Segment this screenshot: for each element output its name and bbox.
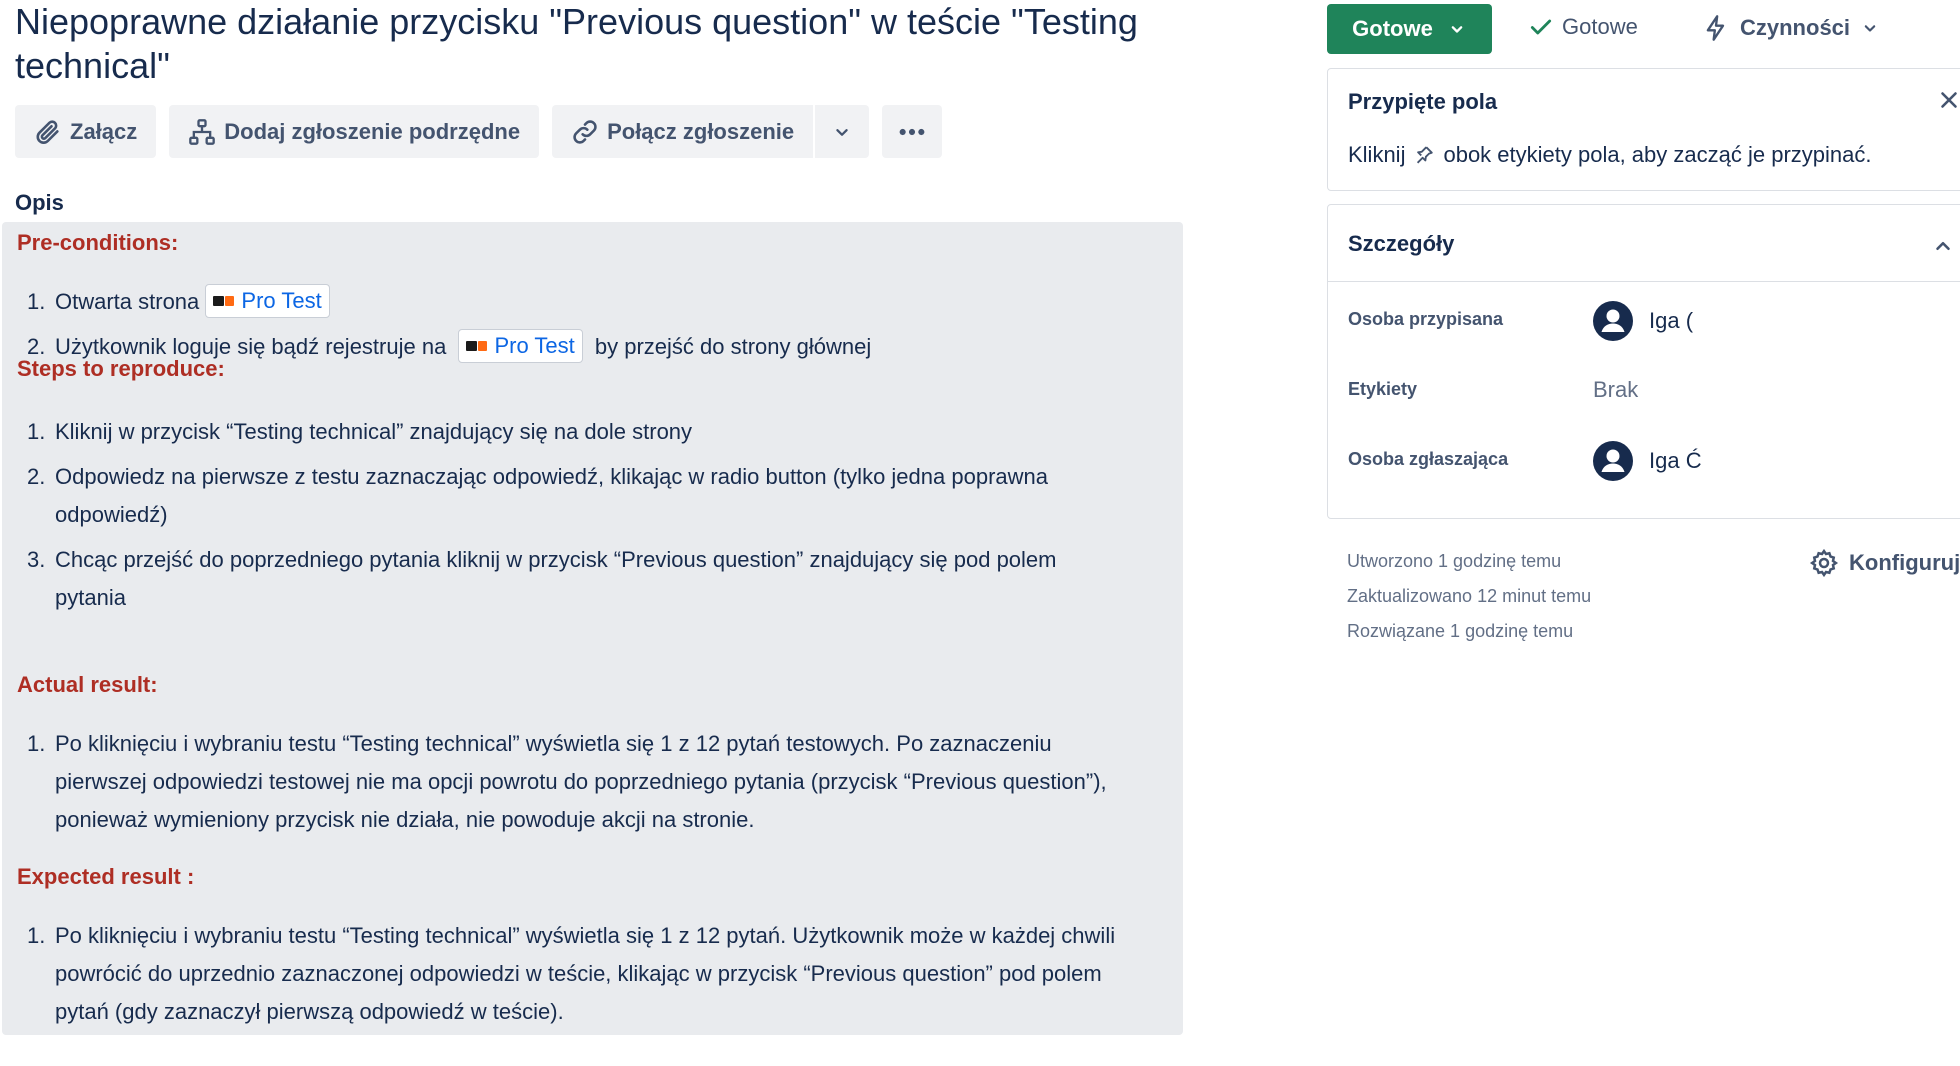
- description-label: Opis: [15, 190, 64, 215]
- list-item: 1. Po kliknięciu i wybraniu testu “Testi…: [27, 725, 1177, 832]
- chevron-up-icon[interactable]: [1932, 235, 1954, 257]
- reporter-value[interactable]: Iga Ć: [1593, 441, 1702, 481]
- list-item: 1. Otwarta strona Pro Test: [27, 283, 1177, 321]
- list-text: Otwarta strona: [55, 289, 200, 314]
- issue-title[interactable]: Niepoprawne działanie przycisku "Previou…: [15, 0, 1245, 88]
- list-item: 1. Kliknij w przycisk “Testing technical…: [27, 413, 1177, 451]
- description-box[interactable]: Pre-conditions: 1. Otwarta strona Pro Te…: [2, 222, 1183, 1035]
- actions-menu-button[interactable]: Czynności: [1702, 14, 1880, 42]
- assignee-value[interactable]: Iga (: [1593, 301, 1693, 341]
- list-line: pierwszej odpowiedzi testowej nie ma opc…: [55, 769, 1107, 794]
- issue-toolbar: Załącz Dodaj zgłoszenie podrzędne Połącz…: [15, 105, 943, 158]
- list-line: odpowiedź): [55, 502, 168, 527]
- list-number: 1.: [27, 419, 46, 444]
- created-timestamp: Utworzono 1 godzinę temu: [1347, 551, 1562, 571]
- link-issue-button[interactable]: Połącz zgłoszenie: [552, 105, 814, 158]
- labels-value[interactable]: Brak: [1593, 377, 1638, 403]
- pro-test-favicon-icon: [466, 341, 488, 352]
- list-item: 1. Po kliknięciu i wybraniu testu “Testi…: [27, 917, 1177, 1024]
- hierarchy-icon: [189, 118, 216, 145]
- pro-test-link[interactable]: Pro Test: [458, 329, 583, 364]
- list-item: 3. Chcąc przejść do poprzedniego pytania…: [27, 541, 1177, 610]
- list-content: Po kliknięciu i wybraniu testu “Testing …: [55, 917, 1195, 1031]
- avatar-icon: [1593, 441, 1633, 481]
- issue-page: Niepoprawne działanie przycisku "Previou…: [0, 0, 1960, 1066]
- list-content: Po kliknięciu i wybraniu testu “Testing …: [55, 725, 1195, 839]
- list-text: by przejść do strony głównej: [594, 334, 872, 359]
- updated-timestamp: Zaktualizowano 12 minut temu: [1347, 586, 1592, 606]
- pinned-fields-hint: Kliknij obok etykiety pola, aby zacząć j…: [1348, 142, 1871, 168]
- actions-label: Czynności: [1740, 15, 1851, 40]
- list-number: 1.: [27, 923, 46, 948]
- gear-icon: [1809, 548, 1839, 578]
- chevron-down-icon: [1451, 26, 1463, 33]
- pro-test-link[interactable]: Pro Test: [205, 284, 330, 319]
- list-item: 2. Odpowiedz na pierwsze z testu zaznacz…: [27, 458, 1177, 527]
- list-content: Chcąc przejść do poprzedniego pytania kl…: [55, 541, 1195, 617]
- chevron-down-icon: [836, 128, 848, 136]
- list-number: 2.: [27, 464, 46, 489]
- list-line: ponieważ wymieniony przycisk nie działa,…: [55, 807, 755, 832]
- pro-test-favicon-icon: [213, 296, 235, 307]
- link-issue-group: Połącz zgłoszenie: [552, 105, 870, 158]
- chevron-down-icon: [1864, 25, 1876, 32]
- link-label: Pro Test: [494, 333, 575, 359]
- list-content: Kliknij w przycisk “Testing technical” z…: [55, 419, 693, 444]
- list-line: pytań (gdy zaznaczył pierwszą odpowiedź …: [55, 999, 564, 1024]
- resolution-indicator: Gotowe: [1528, 14, 1638, 40]
- list-line: Chcąc przejść do poprzedniego pytania kl…: [55, 547, 1057, 572]
- preconditions-heading: Pre-conditions:: [17, 230, 179, 255]
- add-child-label: Dodaj zgłoszenie podrzędne: [224, 118, 521, 144]
- status-label: Gotowe: [1352, 16, 1433, 41]
- resolved-timestamp: Rozwiązane 1 godzinę temu: [1347, 621, 1574, 641]
- configure-label: Konfiguruj: [1849, 550, 1960, 575]
- more-icon: [899, 128, 925, 135]
- list-number: 1.: [27, 731, 46, 756]
- paperclip-icon: [36, 119, 59, 144]
- actual-result-heading: Actual result:: [17, 672, 158, 697]
- link-icon: [573, 119, 597, 144]
- list-line: Po kliknięciu i wybraniu testu “Testing …: [55, 731, 1052, 756]
- attach-button[interactable]: Załącz: [15, 105, 157, 158]
- reporter-name: Iga Ć: [1649, 448, 1702, 473]
- list-line: pytania: [55, 585, 126, 610]
- checkmark-icon: [1530, 19, 1552, 35]
- lightning-icon: [1706, 15, 1725, 41]
- configure-button[interactable]: Konfiguruj: [1809, 548, 1960, 578]
- pinned-fields-title: Przypięte pola: [1348, 89, 1498, 114]
- list-line: Odpowiedz na pierwsze z testu zaznaczają…: [55, 464, 1048, 489]
- list-number: 1.: [27, 289, 46, 314]
- pinned-fields-panel: Przypięte pola Kliknij obok etykiety pol…: [1327, 68, 1960, 191]
- list-line: Po kliknięciu i wybraniu testu “Testing …: [55, 923, 1116, 948]
- list-content: Odpowiedz na pierwsze z testu zaznaczają…: [55, 458, 1195, 534]
- labels-label: Etykiety: [1348, 379, 1418, 399]
- reporter-label: Osoba zgłaszająca: [1348, 449, 1509, 469]
- pin-icon: [1417, 146, 1434, 164]
- more-actions-button[interactable]: [882, 105, 943, 158]
- list-content: Otwarta strona Pro Test: [55, 283, 1195, 321]
- link-issue-dropdown-button[interactable]: [815, 105, 870, 158]
- steps-heading: Steps to reproduce:: [17, 356, 225, 381]
- assignee-name: Iga (: [1649, 308, 1694, 333]
- details-panel: Szczegóły Osoba przypisana Iga ( Etykiet…: [1327, 204, 1960, 519]
- expected-result-heading: Expected result :: [17, 864, 195, 889]
- details-title[interactable]: Szczegóły: [1348, 231, 1454, 257]
- hint-text: Kliknij: [1348, 142, 1406, 167]
- avatar-icon: [1593, 301, 1633, 341]
- close-icon[interactable]: [1936, 87, 1960, 113]
- list-number: 3.: [27, 547, 46, 572]
- assignee-label: Osoba przypisana: [1348, 309, 1504, 329]
- attach-label: Załącz: [70, 118, 138, 144]
- hint-text: obok etykiety pola, aby zacząć je przypi…: [1443, 142, 1872, 167]
- list-content: Użytkownik loguje się bądź rejestruje na…: [55, 328, 1195, 366]
- link-label: Pro Test: [241, 288, 322, 314]
- status-button[interactable]: Gotowe: [1327, 4, 1492, 54]
- divider: [1328, 281, 1960, 282]
- add-child-issue-button[interactable]: Dodaj zgłoszenie podrzędne: [169, 105, 540, 158]
- list-line: powrócić do uprzednio zaznaczonej odpowi…: [55, 961, 1102, 986]
- resolution-label: Gotowe: [1562, 14, 1638, 39]
- link-issue-label: Połącz zgłoszenie: [607, 118, 795, 144]
